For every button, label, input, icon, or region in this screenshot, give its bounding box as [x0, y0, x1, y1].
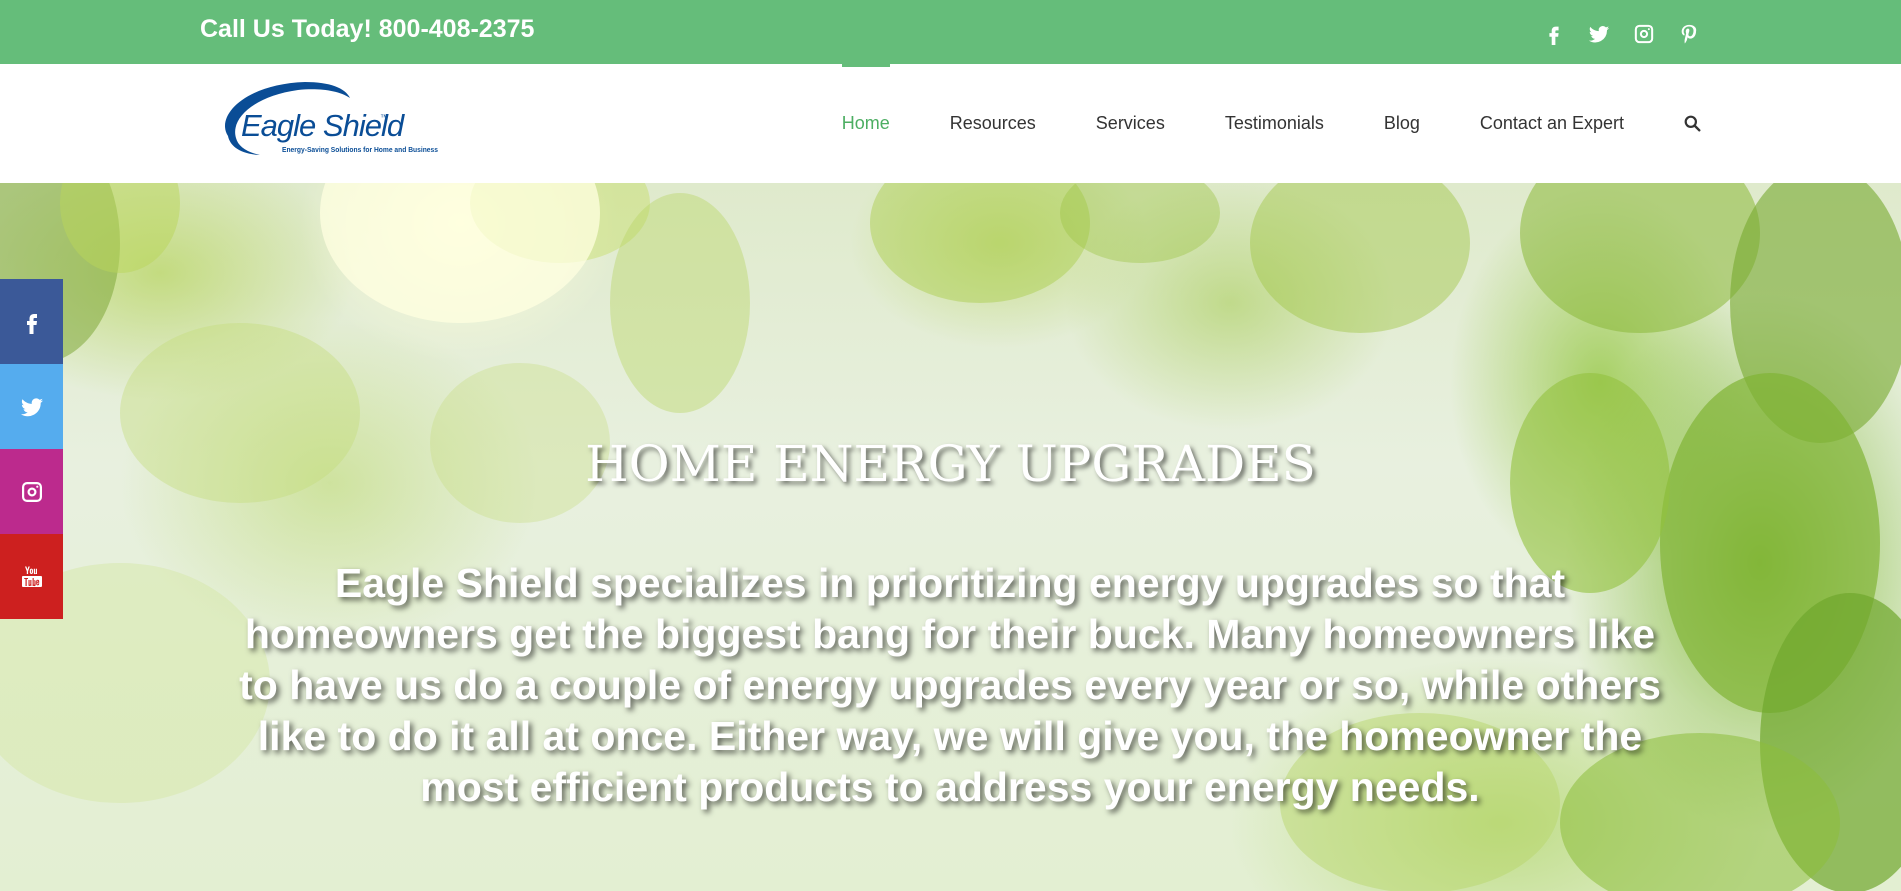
eagle-shield-logo[interactable]: Eagle Shield ™ Energy-Saving Solutions f…: [210, 76, 440, 166]
pinterest-icon[interactable]: [1677, 22, 1701, 46]
logo-tagline: Energy-Saving Solutions for Home and Bus…: [282, 147, 438, 154]
nav-services[interactable]: Services: [1066, 64, 1195, 183]
nav-blog-label: Blog: [1383, 113, 1420, 133]
side-social-bar: [0, 279, 63, 619]
twitter-icon[interactable]: [1587, 22, 1611, 46]
side-facebook-button[interactable]: [0, 279, 63, 364]
nav-blog[interactable]: Blog: [1354, 64, 1450, 183]
nav-contact-label: Contact an Expert: [1479, 113, 1624, 133]
nav-contact-an-expert[interactable]: Contact an Expert: [1450, 64, 1654, 183]
search-icon: [1684, 115, 1701, 132]
nav-testimonials-label: Testimonials: [1224, 113, 1324, 133]
search-button[interactable]: [1654, 64, 1701, 183]
nav-home-label: Home: [841, 113, 890, 133]
nav-services-label: Services: [1095, 113, 1165, 133]
site-header: Eagle Shield ™ Energy-Saving Solutions f…: [0, 64, 1901, 183]
side-instagram-button[interactable]: [0, 449, 63, 534]
instagram-icon[interactable]: [1632, 22, 1656, 46]
instagram-icon: [21, 481, 42, 502]
youtube-icon: [21, 566, 42, 587]
main-navigation: Home Resources Services Testimonials Blo…: [812, 64, 1701, 183]
side-twitter-button[interactable]: [0, 364, 63, 449]
nav-resources[interactable]: Resources: [920, 64, 1066, 183]
side-youtube-button[interactable]: [0, 534, 63, 619]
twitter-icon: [20, 397, 43, 416]
top-bar: Call Us Today! 800-408-2375: [0, 0, 1901, 64]
facebook-icon[interactable]: [1542, 22, 1566, 46]
hero-description: Eagle Shield specializes in prioritizing…: [239, 560, 1661, 810]
nav-testimonials[interactable]: Testimonials: [1195, 64, 1354, 183]
nav-resources-label: Resources: [949, 113, 1036, 133]
logo-trademark: ™: [380, 113, 388, 122]
hero-banner: HOME ENERGY UPGRADES Eagle Shield specia…: [0, 183, 1901, 891]
facebook-icon: [26, 313, 37, 334]
top-social-links: [1542, 20, 1701, 48]
nav-home[interactable]: Home: [812, 64, 920, 183]
phone-number[interactable]: Call Us Today! 800-408-2375: [200, 15, 534, 44]
hero-title: HOME ENERGY UPGRADES: [585, 435, 1316, 493]
